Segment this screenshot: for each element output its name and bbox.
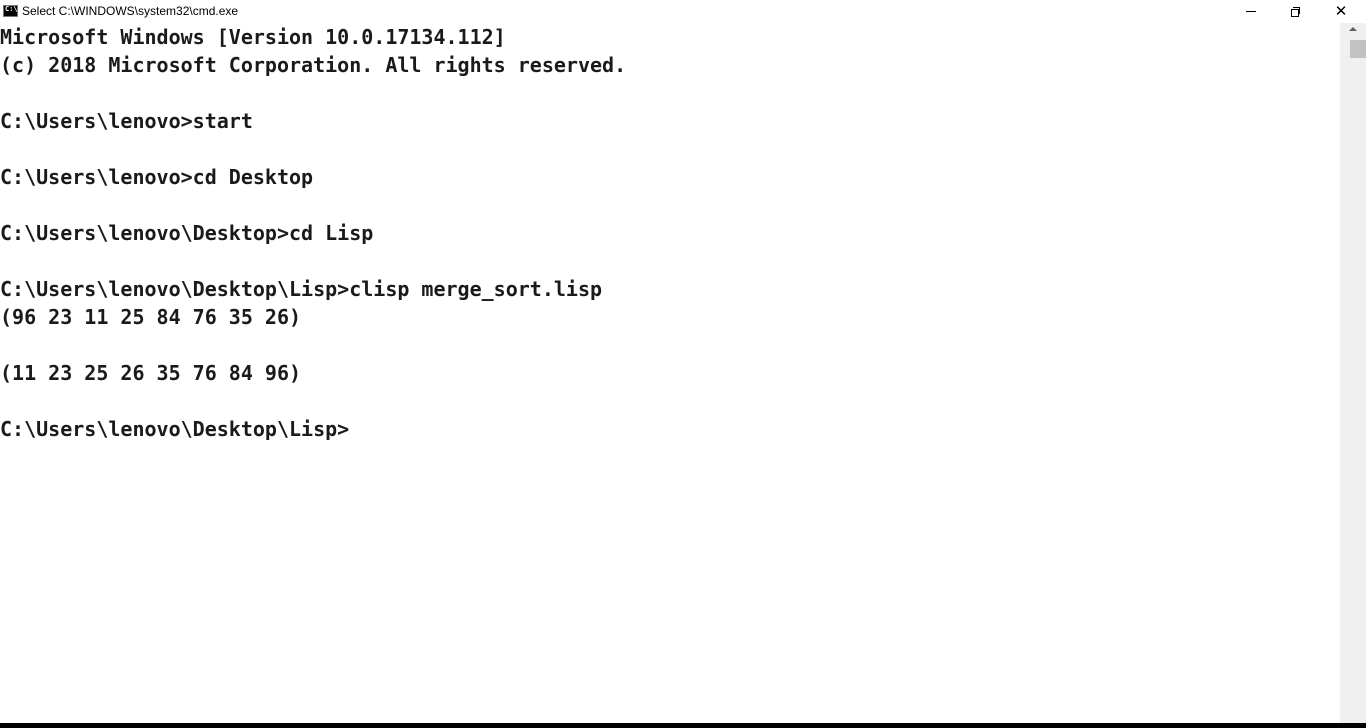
console-line: C:\Users\lenovo>cd Desktop [0, 165, 314, 189]
console-line: (96 23 11 25 84 76 35 26) [0, 305, 302, 329]
cmd-icon[interactable]: C:\ [3, 5, 18, 17]
minimize-button[interactable] [1228, 0, 1274, 23]
console-line: (c) 2018 Microsoft Corporation. All righ… [0, 53, 627, 77]
restore-button[interactable] [1273, 0, 1319, 23]
title-bar[interactable]: C:\ Select C:\WINDOWS\system32\cmd.exe ✕ [0, 0, 1366, 23]
minimize-icon [1246, 11, 1256, 12]
window-title: Select C:\WINDOWS\system32\cmd.exe [22, 4, 239, 18]
close-button[interactable]: ✕ [1318, 0, 1364, 23]
console-output[interactable]: Microsoft Windows [Version 10.0.17134.11… [0, 23, 1340, 723]
console-line: C:\Users\lenovo\Desktop\Lisp>clisp merge… [0, 277, 603, 301]
restore-icon [1291, 6, 1301, 17]
cmd-window: C:\ Select C:\WINDOWS\system32\cmd.exe ✕… [0, 0, 1366, 728]
console-line: C:\Users\lenovo>start [0, 109, 253, 133]
console-line: (11 23 25 26 35 76 84 96) [0, 361, 302, 385]
console-line: C:\Users\lenovo\Desktop>cd Lisp [0, 221, 374, 245]
scroll-up-arrow-icon[interactable] [1349, 27, 1357, 31]
scrollbar-thumb[interactable] [1350, 40, 1366, 58]
taskbar-edge [0, 723, 1366, 728]
vertical-scrollbar[interactable] [1340, 23, 1366, 723]
close-icon: ✕ [1334, 2, 1348, 20]
console-prompt-line[interactable]: C:\Users\lenovo\Desktop\Lisp> [0, 415, 1340, 443]
console-line: Microsoft Windows [Version 10.0.17134.11… [0, 25, 506, 49]
